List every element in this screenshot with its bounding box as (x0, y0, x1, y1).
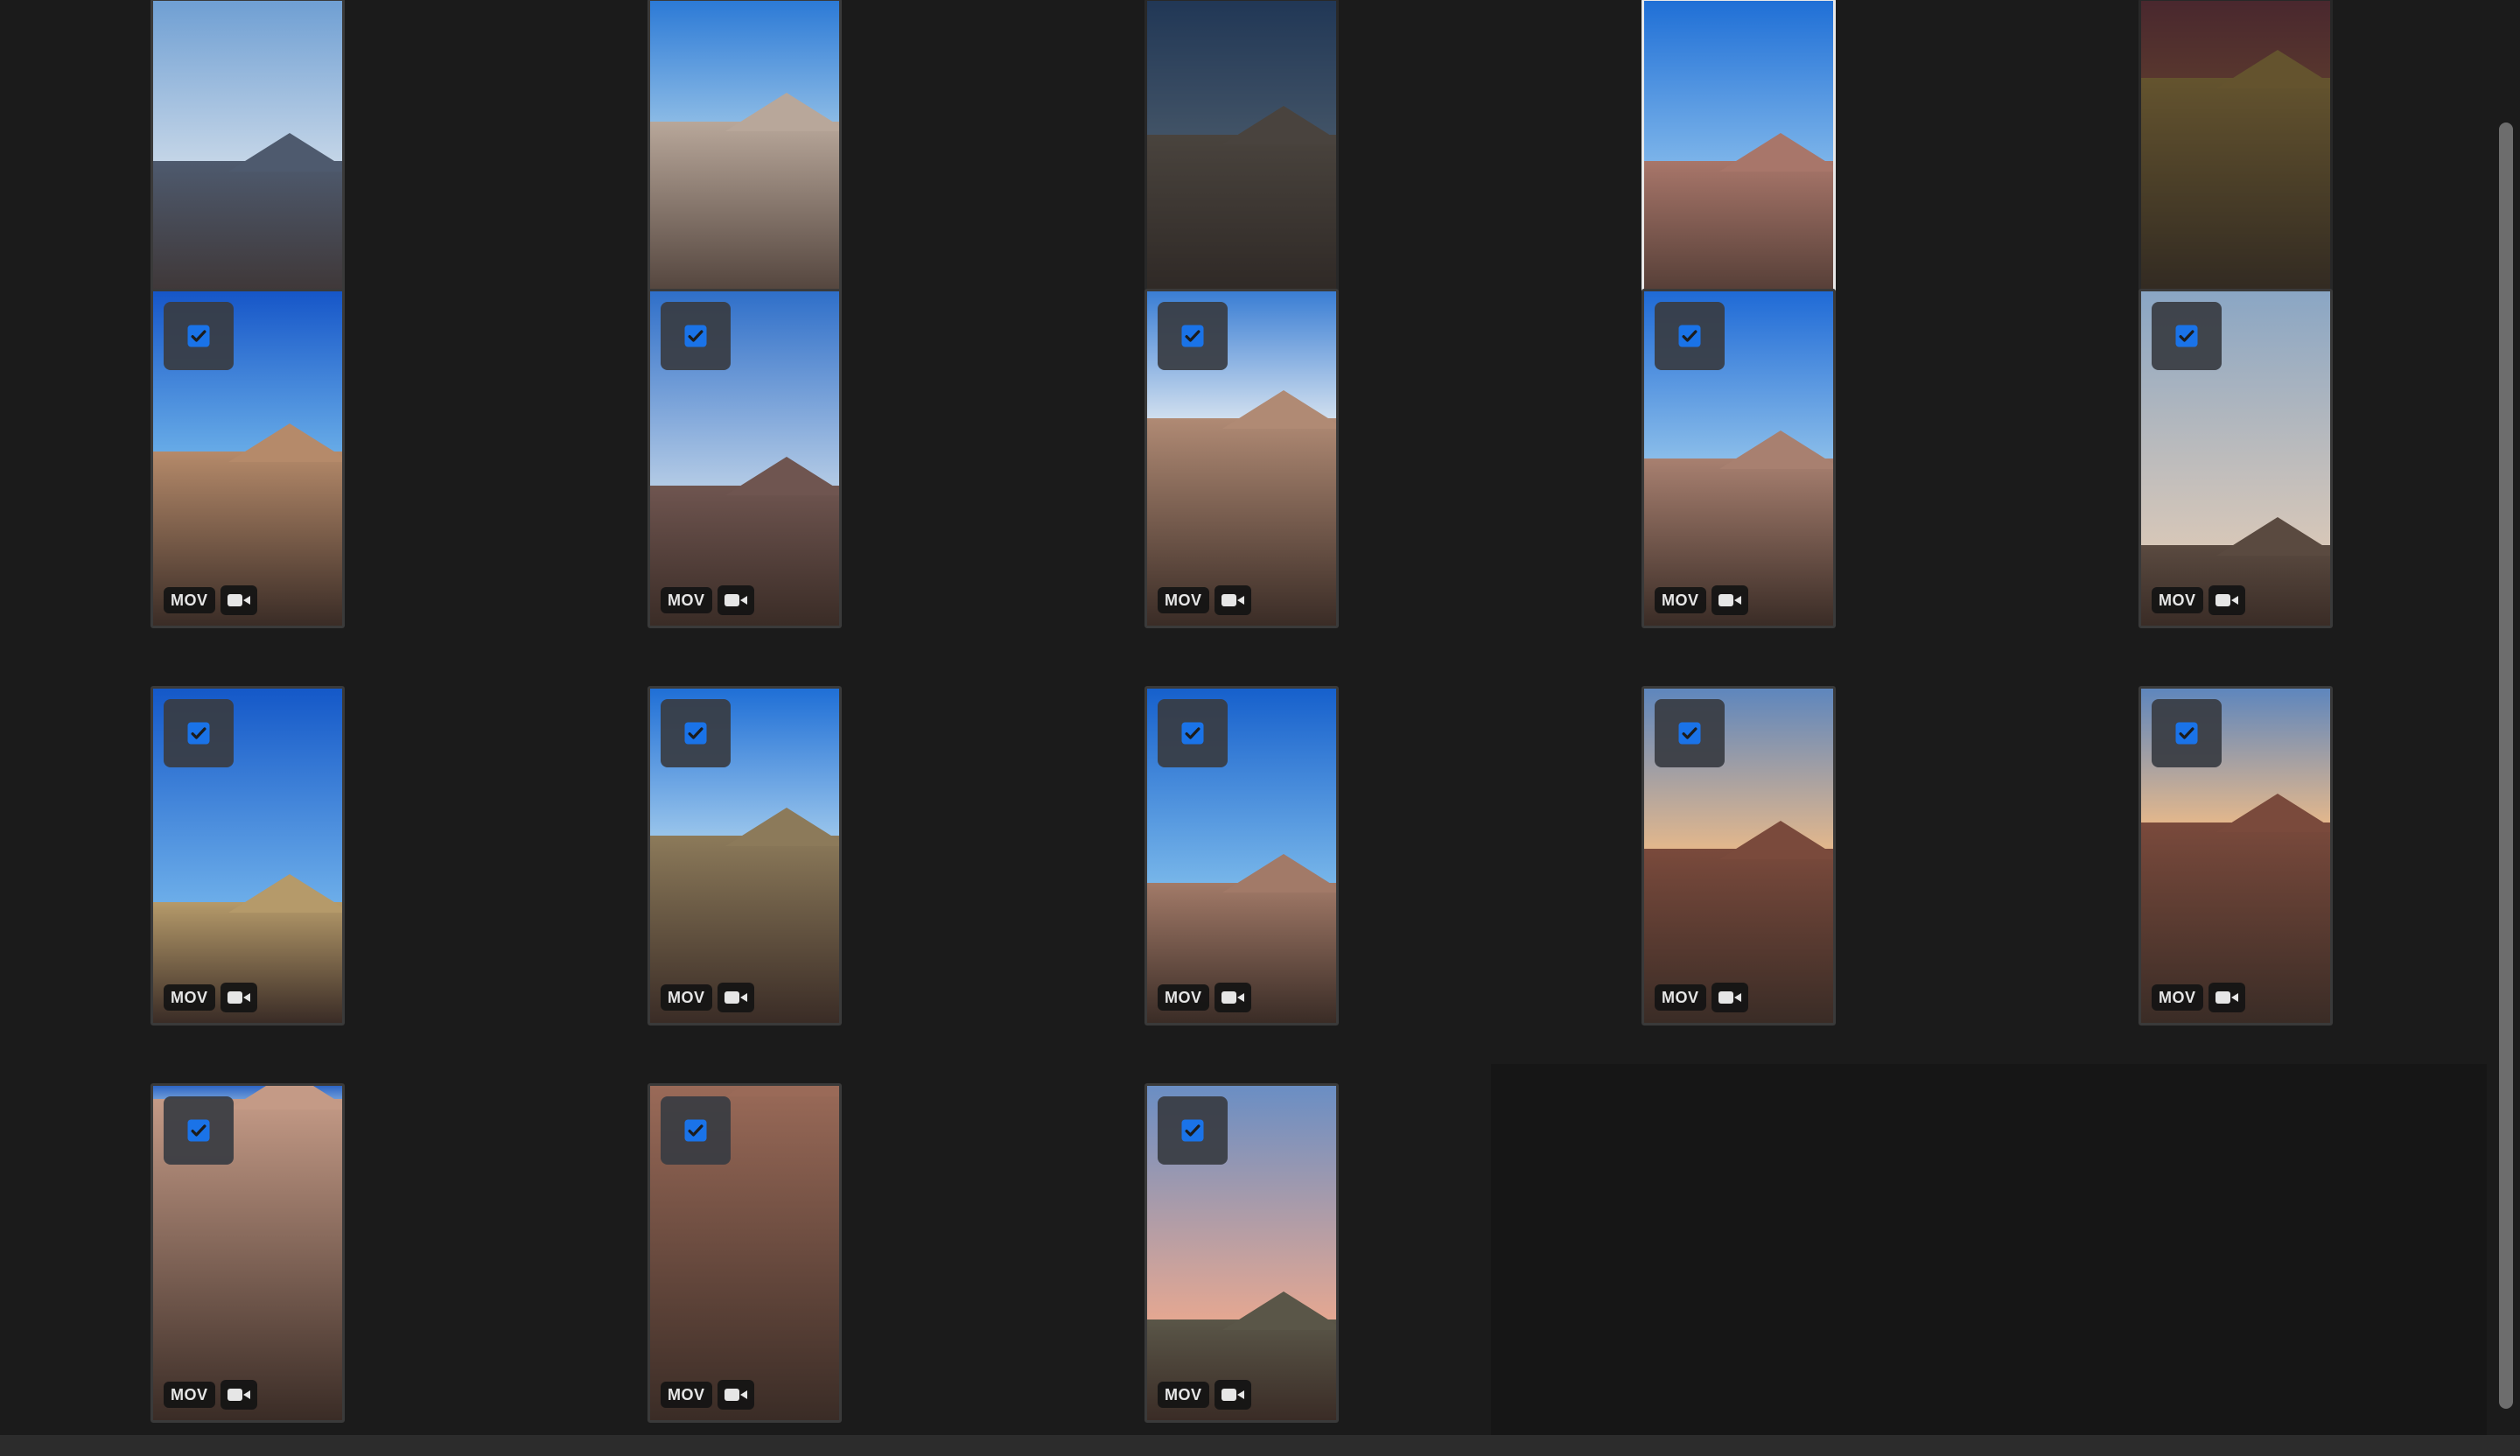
selection-checkbox[interactable] (661, 699, 731, 767)
checkbox-checked-icon (1181, 1119, 1204, 1142)
thumbnail-image (650, 1, 839, 335)
file-type-badge: MOV (1655, 587, 1706, 613)
selection-checkbox[interactable] (1655, 302, 1725, 370)
thumbnail-footer: MOV (1655, 585, 1748, 615)
checkbox-checked-icon (684, 325, 707, 347)
checkbox-checked-icon (1181, 722, 1204, 745)
video-thumbnail[interactable]: MOV (1642, 0, 1836, 338)
checkbox-checked-icon (187, 325, 210, 347)
selection-checkbox[interactable] (164, 302, 234, 370)
thumbnail-footer: MOV (164, 983, 257, 1012)
thumbnail-footer: MOV (2152, 983, 2245, 1012)
video-camera-icon (1711, 585, 1748, 615)
selection-checkbox[interactable] (1158, 1096, 1228, 1165)
selection-checkbox[interactable] (2152, 302, 2222, 370)
selection-checkbox[interactable] (661, 1096, 731, 1165)
checkbox-checked-icon (1678, 722, 1701, 745)
video-camera-icon (220, 1380, 257, 1410)
video-camera-icon (2208, 983, 2245, 1012)
thumbnail-image (153, 1, 342, 335)
video-camera-icon (1214, 1380, 1251, 1410)
selection-checkbox[interactable] (1158, 302, 1228, 370)
video-camera-icon (1214, 585, 1251, 615)
thumbnail-image (1644, 1, 1833, 335)
thumbnail-footer: MOV (661, 585, 754, 615)
video-camera-icon (717, 1380, 754, 1410)
file-type-badge: MOV (1158, 587, 1209, 613)
video-thumbnail[interactable]: MOV (1144, 686, 1339, 1026)
checkbox-checked-icon (187, 722, 210, 745)
file-type-badge: MOV (1158, 1382, 1209, 1408)
selection-checkbox[interactable] (661, 302, 731, 370)
video-camera-icon (717, 983, 754, 1012)
file-type-badge: MOV (164, 1382, 215, 1408)
thumbnail-footer: MOV (1655, 983, 1748, 1012)
scrollbar-thumb[interactable] (2499, 122, 2513, 1409)
video-camera-icon (1711, 983, 1748, 1012)
video-thumbnail[interactable]: MOV (648, 686, 842, 1026)
thumbnail-footer: MOV (2152, 585, 2245, 615)
file-type-badge: MOV (661, 984, 712, 1011)
bottom-bar (0, 1435, 2520, 1456)
selection-checkbox[interactable] (1655, 699, 1725, 767)
thumbnail-image (2141, 1, 2330, 335)
selection-checkbox[interactable] (164, 1096, 234, 1165)
thumbnail-footer: MOV (1158, 1380, 1251, 1410)
file-type-badge: MOV (661, 1382, 712, 1408)
file-type-badge: MOV (1158, 984, 1209, 1011)
checkbox-checked-icon (684, 1119, 707, 1142)
video-thumbnail[interactable]: MOV (2138, 686, 2333, 1026)
video-thumbnail[interactable]: MOV (1144, 1083, 1339, 1423)
video-thumbnail[interactable]: MOV (1144, 0, 1339, 338)
video-thumbnail[interactable]: MOV (648, 0, 842, 338)
checkbox-checked-icon (1181, 325, 1204, 347)
video-camera-icon (1214, 983, 1251, 1012)
selection-checkbox[interactable] (1158, 699, 1228, 767)
checkbox-checked-icon (684, 722, 707, 745)
video-thumbnail[interactable]: MOV (150, 1083, 345, 1423)
thumbnail-footer: MOV (1158, 983, 1251, 1012)
video-thumbnail[interactable]: MOV (1144, 289, 1339, 628)
empty-grid-area (1491, 1064, 2487, 1435)
file-type-badge: MOV (1655, 984, 1706, 1011)
file-type-badge: MOV (164, 587, 215, 613)
thumbnail-footer: MOV (661, 983, 754, 1012)
thumbnail-footer: MOV (661, 1380, 754, 1410)
file-type-badge: MOV (661, 587, 712, 613)
video-thumbnail[interactable]: MOV (1642, 686, 1836, 1026)
video-thumbnail[interactable]: MOV (150, 686, 345, 1026)
checkbox-checked-icon (187, 1119, 210, 1142)
thumbnail-footer: MOV (1158, 585, 1251, 615)
checkbox-checked-icon (2175, 325, 2198, 347)
video-thumbnail[interactable]: MOV (648, 1083, 842, 1423)
checkbox-checked-icon (1678, 325, 1701, 347)
video-thumbnail-grid: MOV MOV MOV MOV MOV MOV MOV MOV MOV MOV MOV MOV MOV M… (0, 0, 2520, 1456)
thumbnail-image (1147, 1, 1336, 335)
video-camera-icon (717, 585, 754, 615)
video-camera-icon (220, 585, 257, 615)
selection-checkbox[interactable] (2152, 699, 2222, 767)
checkbox-checked-icon (2175, 722, 2198, 745)
video-thumbnail[interactable]: MOV (150, 0, 345, 338)
vertical-scrollbar[interactable] (2492, 0, 2520, 1435)
selection-checkbox[interactable] (164, 699, 234, 767)
file-type-badge: MOV (2152, 587, 2203, 613)
video-camera-icon (220, 983, 257, 1012)
thumbnail-footer: MOV (164, 1380, 257, 1410)
video-thumbnail[interactable]: MOV (2138, 289, 2333, 628)
video-thumbnail[interactable]: MOV (648, 289, 842, 628)
file-type-badge: MOV (164, 984, 215, 1011)
file-type-badge: MOV (2152, 984, 2203, 1011)
thumbnail-footer: MOV (164, 585, 257, 615)
video-thumbnail[interactable]: MOV (1642, 289, 1836, 628)
video-thumbnail[interactable]: MOV (150, 289, 345, 628)
video-thumbnail[interactable]: MOV (2138, 0, 2333, 338)
media-browser-window: MOV MOV MOV MOV MOV MOV MOV MOV MOV MOV MOV MOV MOV M… (0, 0, 2520, 1456)
video-camera-icon (2208, 585, 2245, 615)
